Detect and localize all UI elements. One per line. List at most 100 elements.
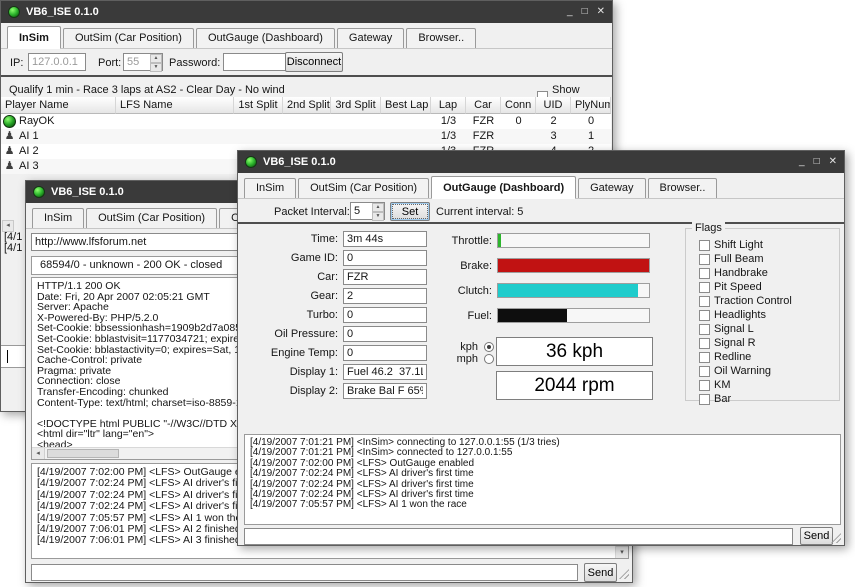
display1-input[interactable] <box>343 364 427 380</box>
tab-outsim[interactable]: OutSim (Car Position) <box>86 208 218 228</box>
tab-outsim[interactable]: OutSim (Car Position) <box>298 178 430 198</box>
tab-gateway[interactable]: Gateway <box>336 28 405 48</box>
spinner-down-icon[interactable]: ▼ <box>372 212 384 221</box>
table-column-header[interactable]: 2nd Split <box>283 97 331 114</box>
flag-row: Bar <box>699 394 839 405</box>
gear-input[interactable] <box>343 288 427 304</box>
mph-radio[interactable] <box>484 354 494 364</box>
turbo-input[interactable] <box>343 307 427 323</box>
flag-row: Signal L <box>699 324 839 335</box>
tab-browser[interactable]: Browser.. <box>406 28 477 48</box>
engine-temp-label: Engine Temp: <box>270 347 338 359</box>
close-icon[interactable]: ✕ <box>597 5 605 19</box>
cell-uid: 3 <box>550 130 557 142</box>
message-input[interactable] <box>31 564 578 581</box>
table-row[interactable]: RayOK 1/3 FZR 0 2 0 <box>1 114 611 129</box>
time-input[interactable] <box>343 231 427 247</box>
set-button[interactable]: Set <box>390 202 430 221</box>
flag-row: Pit Speed <box>699 282 839 293</box>
table-column-header[interactable]: 3rd Split <box>331 97 381 114</box>
table-column-header[interactable]: Player Name <box>1 97 116 114</box>
oil-pressure-input[interactable] <box>343 326 427 342</box>
maximize-icon[interactable]: □ <box>814 155 820 169</box>
message-input[interactable] <box>244 528 793 545</box>
tab-outsim[interactable]: OutSim (Car Position) <box>62 28 194 48</box>
player-status-icon <box>3 115 16 128</box>
resize-grip[interactable] <box>619 569 629 579</box>
table-column-header[interactable]: LFS Name <box>116 97 234 114</box>
table-column-header[interactable]: UID <box>536 97 571 114</box>
table-column-header[interactable]: 1st Split <box>234 97 283 114</box>
app-icon <box>33 186 45 198</box>
cell-conn <box>501 129 536 144</box>
packet-interval-spinner: ▲▼ <box>350 202 385 221</box>
divider <box>1 75 612 77</box>
titlebar[interactable]: VB6_ISE 0.1.0 _ □ ✕ <box>238 151 844 173</box>
table-row[interactable]: AI 1 1/3 FZR 3 1 <box>1 129 611 144</box>
game-id-input[interactable] <box>343 250 427 266</box>
display2-input[interactable] <box>343 383 427 399</box>
flag-checkbox[interactable] <box>699 338 710 349</box>
event-log-area[interactable]: [4/19/2007 7:01:21 PM] <InSim> connectin… <box>244 434 841 525</box>
scrollbar-thumb[interactable] <box>47 449 119 458</box>
tab-gateway[interactable]: Gateway <box>578 178 646 198</box>
minimize-icon[interactable]: _ <box>799 155 805 169</box>
throttle-bar-fill <box>498 234 502 247</box>
display2-label: Display 2: <box>289 385 338 397</box>
divider <box>238 222 844 224</box>
maximize-icon[interactable]: □ <box>582 5 588 19</box>
close-icon[interactable]: ✕ <box>829 155 837 169</box>
speed-display: 36 kph <box>496 337 653 366</box>
table-column-header[interactable]: Best Lap <box>381 97 431 114</box>
engine-temp-input[interactable] <box>343 345 427 361</box>
ai-player-icon <box>3 145 16 158</box>
flag-checkbox[interactable] <box>699 254 710 265</box>
minimize-icon[interactable]: _ <box>567 5 573 19</box>
tab-browser[interactable]: Browser.. <box>647 178 718 198</box>
table-column-header[interactable]: Car <box>466 97 501 114</box>
cell-split1 <box>234 129 283 144</box>
flag-checkbox[interactable] <box>699 324 710 335</box>
spinner-up-icon[interactable]: ▲ <box>150 54 162 63</box>
flag-checkbox[interactable] <box>699 394 710 405</box>
flag-checkbox[interactable] <box>699 268 710 279</box>
brake-bar <box>497 258 650 273</box>
window-controls: _ □ ✕ <box>567 5 605 19</box>
brake-label: Brake: <box>460 259 492 272</box>
kph-radio[interactable] <box>484 342 494 352</box>
fuel-bar <box>497 308 650 323</box>
flag-label: Shift Light <box>714 239 763 251</box>
tab-insim[interactable]: InSim <box>32 208 85 228</box>
tab-insim[interactable]: InSim <box>7 26 61 49</box>
flag-checkbox[interactable] <box>699 240 710 251</box>
spinner-down-icon[interactable]: ▼ <box>150 63 162 72</box>
cell-car: FZR <box>472 130 495 142</box>
brake-bar-fill <box>498 259 649 272</box>
table-column-header[interactable]: PlyNum <box>571 97 611 114</box>
car-label: Car: <box>317 271 338 283</box>
tab-outgauge[interactable]: OutGauge (Dashboard) <box>195 28 335 48</box>
spinner-up-icon[interactable]: ▲ <box>372 203 384 212</box>
ip-input[interactable] <box>28 53 86 71</box>
time-label: Time: <box>310 233 338 245</box>
cell-lap: 1/3 <box>440 115 457 127</box>
flag-checkbox[interactable] <box>699 310 710 321</box>
flag-checkbox[interactable] <box>699 296 710 307</box>
car-input[interactable] <box>343 269 427 285</box>
send-button[interactable]: Send <box>584 563 617 582</box>
scroll-down-icon[interactable]: ▾ <box>616 546 628 558</box>
disconnect-button[interactable]: Disconnect <box>285 52 343 72</box>
titlebar[interactable]: VB6_ISE 0.1.0 _ □ ✕ <box>1 1 612 23</box>
turbo-label: Turbo: <box>306 309 338 321</box>
flag-checkbox[interactable] <box>699 282 710 293</box>
scroll-left-icon[interactable]: ◂ <box>32 448 45 459</box>
ai-player-icon <box>3 160 16 173</box>
send-button[interactable]: Send <box>800 527 833 545</box>
flag-checkbox[interactable] <box>699 380 710 391</box>
tab-insim[interactable]: InSim <box>244 178 297 198</box>
table-column-header[interactable]: Conn <box>501 97 536 114</box>
flag-checkbox[interactable] <box>699 352 710 363</box>
table-column-header[interactable]: Lap <box>431 97 466 114</box>
tab-outgauge[interactable]: OutGauge (Dashboard) <box>431 176 577 199</box>
flag-checkbox[interactable] <box>699 366 710 377</box>
